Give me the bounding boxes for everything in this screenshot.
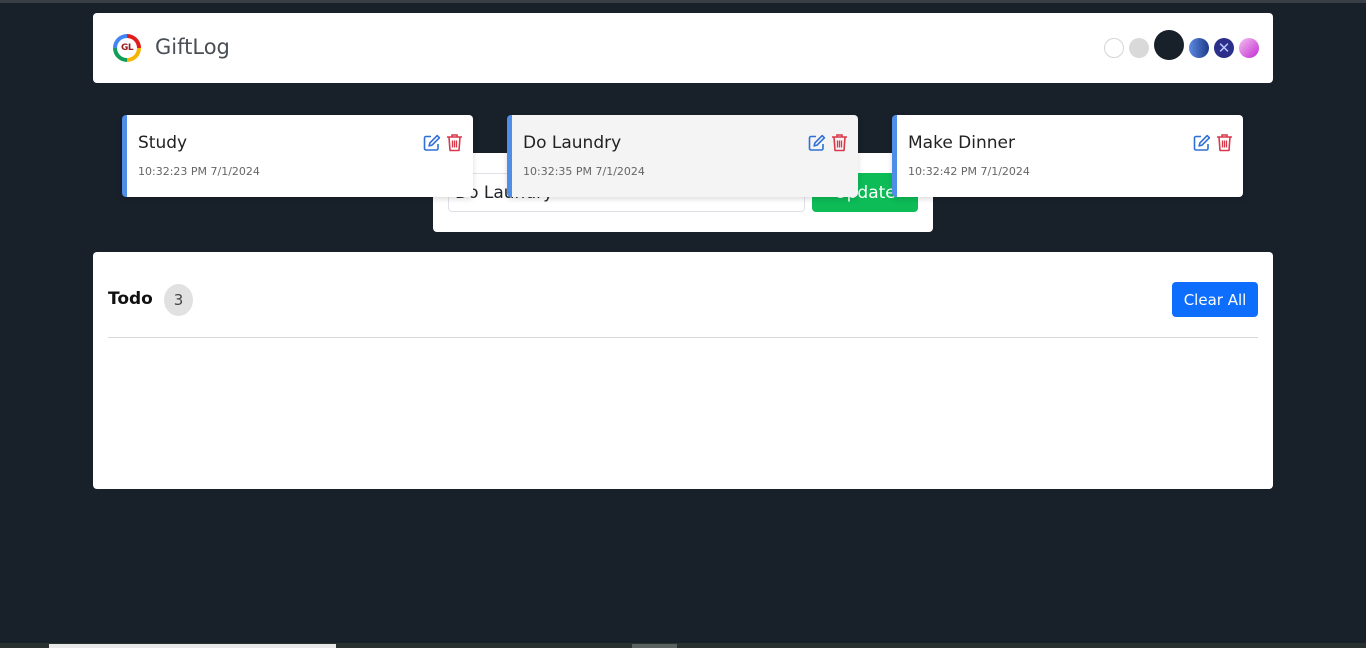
todo-timestamp: 10:32:35 PM 7/1/2024 [523, 165, 645, 178]
giftlog-logo[interactable]: GL [113, 34, 141, 62]
trash-icon[interactable] [831, 133, 848, 152]
todo-text: Make Dinner [908, 133, 1015, 153]
todo-count-badge: 3 [164, 284, 193, 316]
theme-pink-swatch[interactable] [1239, 38, 1259, 58]
theme-x-swatch[interactable]: ✕ [1214, 38, 1234, 58]
todo-item-make-dinner: Make Dinner 10:32:42 PM 7/1/2024 [892, 115, 1243, 197]
divider [108, 337, 1258, 338]
trash-icon[interactable] [446, 133, 463, 152]
theme-light-swatch[interactable] [1129, 38, 1149, 58]
taskbar-panel [49, 644, 336, 648]
todo-list-panel: Todo 3 Clear All [93, 252, 1273, 489]
taskbar-indicator [632, 644, 677, 648]
window-top-border [0, 0, 1366, 3]
theme-dark-swatch[interactable] [1154, 30, 1184, 60]
trash-icon[interactable] [1216, 133, 1233, 152]
theme-switcher: ✕ [1104, 30, 1259, 66]
theme-white-swatch[interactable] [1104, 38, 1124, 58]
todo-item-do-laundry: Do Laundry 10:32:35 PM 7/1/2024 [507, 115, 858, 197]
todo-timestamp: 10:32:42 PM 7/1/2024 [908, 165, 1030, 178]
navbar: GL GiftLog ✕ [93, 13, 1273, 83]
edit-icon[interactable] [1193, 134, 1211, 152]
edit-icon[interactable] [423, 134, 441, 152]
clear-all-button[interactable]: Clear All [1172, 282, 1258, 317]
edit-icon[interactable] [808, 134, 826, 152]
todo-text: Study [138, 133, 188, 153]
todo-text: Do Laundry [523, 133, 622, 153]
theme-blue-swatch[interactable] [1189, 38, 1209, 58]
todo-timestamp: 10:32:23 PM 7/1/2024 [138, 165, 260, 178]
todo-item-study: Study 10:32:23 PM 7/1/2024 [122, 115, 473, 197]
brand-name[interactable]: GiftLog [155, 35, 230, 59]
logo-text: GL [117, 38, 137, 58]
list-title: Todo [108, 289, 153, 309]
